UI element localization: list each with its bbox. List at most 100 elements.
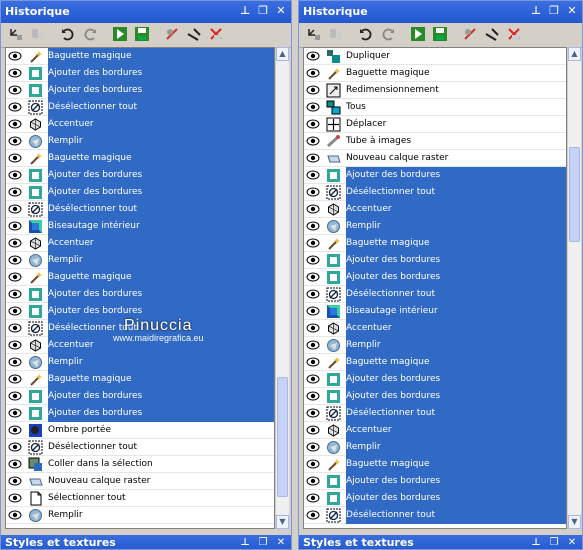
history-row[interactable]: Désélectionner tout <box>304 184 566 201</box>
visibility-eye-icon[interactable] <box>8 475 22 487</box>
history-row[interactable]: Désélectionner tout <box>6 99 274 116</box>
pin-icon[interactable]: ⊥ <box>530 4 542 18</box>
history-row[interactable]: Ajouter des bordures <box>6 303 274 320</box>
styles-textures-bar[interactable]: Styles et textures ⊥ ❐ ✕ <box>299 535 582 549</box>
visibility-eye-icon[interactable] <box>306 203 320 215</box>
clear-redo-icon[interactable] <box>483 25 501 43</box>
history-row[interactable]: Baguette magique <box>304 235 566 252</box>
undo-to-here-icon[interactable] <box>7 25 25 43</box>
history-row[interactable]: Baguette magique <box>304 354 566 371</box>
history-row[interactable]: Remplir <box>304 439 566 456</box>
history-row[interactable]: Désélectionner tout <box>6 320 274 337</box>
history-row[interactable]: Désélectionner tout <box>304 286 566 303</box>
history-row[interactable]: Accentuer <box>6 235 274 252</box>
scroll-thumb[interactable] <box>277 377 288 497</box>
visibility-eye-icon[interactable] <box>306 458 320 470</box>
visibility-eye-icon[interactable] <box>306 509 320 521</box>
history-row[interactable]: Remplir <box>304 218 566 235</box>
visibility-eye-icon[interactable] <box>306 118 320 130</box>
close-icon[interactable]: ✕ <box>275 536 287 549</box>
visibility-eye-icon[interactable] <box>8 203 22 215</box>
history-row[interactable]: Baguette magique <box>6 371 274 388</box>
history-row[interactable]: Coller dans la sélection <box>6 456 274 473</box>
visibility-eye-icon[interactable] <box>306 50 320 62</box>
pin-icon[interactable]: ⊥ <box>239 4 251 18</box>
visibility-eye-icon[interactable] <box>306 475 320 487</box>
visibility-eye-icon[interactable] <box>8 67 22 79</box>
visibility-eye-icon[interactable] <box>8 322 22 334</box>
visibility-eye-icon[interactable] <box>8 509 22 521</box>
history-row[interactable]: Tube à images <box>304 133 566 150</box>
scroll-thumb[interactable] <box>569 147 580 242</box>
clear-redo-icon[interactable] <box>185 25 203 43</box>
visibility-eye-icon[interactable] <box>306 390 320 402</box>
undo-icon[interactable] <box>357 25 375 43</box>
visibility-eye-icon[interactable] <box>8 305 22 317</box>
delete-history-icon[interactable] <box>505 25 523 43</box>
restore-icon[interactable]: ❐ <box>548 536 560 549</box>
history-row[interactable]: Remplir <box>6 507 274 524</box>
restore-icon-tb[interactable] <box>327 25 345 43</box>
history-row[interactable]: Baguette magique <box>304 65 566 82</box>
visibility-eye-icon[interactable] <box>8 339 22 351</box>
pin-icon[interactable]: ⊥ <box>530 536 542 549</box>
styles-textures-bar[interactable]: Styles et textures ⊥ ❐ ✕ <box>1 535 291 549</box>
redo-icon[interactable] <box>379 25 397 43</box>
scroll-down-arrow[interactable]: ▼ <box>276 515 289 529</box>
visibility-eye-icon[interactable] <box>8 220 22 232</box>
history-list[interactable]: Baguette magique Ajouter des bordures Ajou… <box>5 47 275 529</box>
visibility-eye-icon[interactable] <box>8 492 22 504</box>
history-list[interactable]: Dupliquer Baguette magique Redimensionneme… <box>303 47 567 529</box>
visibility-eye-icon[interactable] <box>306 441 320 453</box>
visibility-eye-icon[interactable] <box>306 288 320 300</box>
visibility-eye-icon[interactable] <box>8 271 22 283</box>
visibility-eye-icon[interactable] <box>8 441 22 453</box>
history-row[interactable]: Remplir <box>6 354 274 371</box>
history-row[interactable]: Désélectionner tout <box>304 405 566 422</box>
visibility-eye-icon[interactable] <box>306 407 320 419</box>
apply-icon[interactable] <box>409 25 427 43</box>
apply-icon[interactable] <box>111 25 129 43</box>
history-row[interactable]: Ajouter des bordures <box>6 167 274 184</box>
history-row[interactable]: Remplir <box>6 252 274 269</box>
close-icon[interactable]: ✕ <box>566 536 578 549</box>
history-row[interactable]: Ajouter des bordures <box>6 184 274 201</box>
history-row[interactable]: Ajouter des bordures <box>304 269 566 286</box>
history-row[interactable]: Ajouter des bordures <box>6 388 274 405</box>
delete-history-icon[interactable] <box>207 25 225 43</box>
visibility-eye-icon[interactable] <box>8 356 22 368</box>
visibility-eye-icon[interactable] <box>306 84 320 96</box>
restore-icon[interactable]: ❐ <box>257 536 269 549</box>
visibility-eye-icon[interactable] <box>306 220 320 232</box>
history-row[interactable]: Ombre portée <box>6 422 274 439</box>
visibility-eye-icon[interactable] <box>8 84 22 96</box>
history-row[interactable]: Nouveau calque raster <box>6 473 274 490</box>
restore-icon[interactable]: ❐ <box>257 4 269 18</box>
visibility-eye-icon[interactable] <box>8 186 22 198</box>
clear-history-icon[interactable] <box>461 25 479 43</box>
visibility-eye-icon[interactable] <box>306 271 320 283</box>
scroll-up-arrow[interactable]: ▲ <box>276 47 289 61</box>
visibility-eye-icon[interactable] <box>306 135 320 147</box>
history-row[interactable]: Remplir <box>6 133 274 150</box>
visibility-eye-icon[interactable] <box>8 101 22 113</box>
close-icon[interactable]: ✕ <box>275 4 287 18</box>
visibility-eye-icon[interactable] <box>8 424 22 436</box>
close-icon[interactable]: ✕ <box>566 4 578 18</box>
history-row[interactable]: Accentuer <box>6 337 274 354</box>
visibility-eye-icon[interactable] <box>8 458 22 470</box>
history-row[interactable]: Ajouter des bordures <box>6 405 274 422</box>
visibility-eye-icon[interactable] <box>8 288 22 300</box>
history-row[interactable]: Ajouter des bordures <box>6 286 274 303</box>
visibility-eye-icon[interactable] <box>8 152 22 164</box>
visibility-eye-icon[interactable] <box>8 118 22 130</box>
history-row[interactable]: Baguette magique <box>304 456 566 473</box>
visibility-eye-icon[interactable] <box>306 237 320 249</box>
history-row[interactable]: Déplacer <box>304 116 566 133</box>
history-row[interactable]: Ajouter des bordures <box>304 167 566 184</box>
title-bar[interactable]: Historique ⊥ ❐ ✕ <box>1 1 291 23</box>
visibility-eye-icon[interactable] <box>8 407 22 419</box>
visibility-eye-icon[interactable] <box>306 305 320 317</box>
visibility-eye-icon[interactable] <box>306 169 320 181</box>
visibility-eye-icon[interactable] <box>306 152 320 164</box>
